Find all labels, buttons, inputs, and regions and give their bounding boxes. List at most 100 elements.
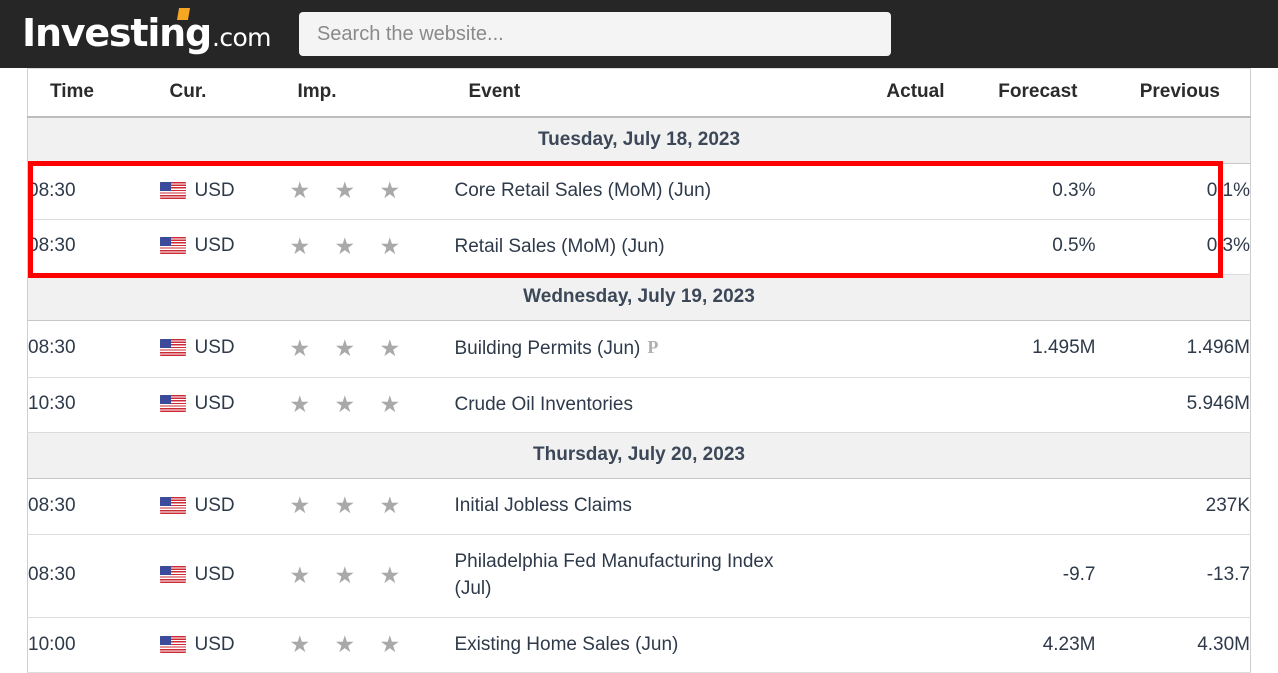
cell-previous: 0.1%	[1095, 163, 1251, 220]
date-separator-row: Tuesday, July 18, 2023	[27, 116, 1251, 164]
investing-com-logo[interactable]: Investing .com	[22, 8, 272, 52]
currency-label: USD	[194, 179, 235, 201]
currency-label: USD	[194, 564, 235, 586]
cell-forecast: 4.23M	[954, 616, 1096, 673]
search-input[interactable]	[298, 12, 891, 56]
column-header-time[interactable]: Time	[27, 68, 160, 118]
cell-currency: USD	[159, 376, 290, 434]
date-separator-row: Wednesday, July 19, 2023	[27, 274, 1251, 322]
cell-importance[interactable]: ★ ★ ★	[289, 533, 455, 618]
cell-previous: 1.496M	[1095, 320, 1251, 378]
date-label: Thursday, July 20, 2023	[27, 432, 1251, 480]
cell-currency: USD	[159, 533, 290, 618]
cell-previous: 4.30M	[1095, 616, 1251, 673]
cell-time: 08:30	[27, 533, 160, 618]
cell-event[interactable]: Retail Sales (MoM) (Jun)	[454, 218, 795, 276]
column-header-currency[interactable]: Cur.	[159, 68, 290, 118]
column-header-importance[interactable]: Imp.	[289, 68, 455, 118]
cell-time: 08:30	[27, 478, 160, 535]
us-flag-icon	[159, 237, 186, 255]
cell-currency: USD	[159, 163, 290, 220]
header-row: Time Cur. Imp. Event Actual Forecast Pre…	[27, 68, 1251, 118]
cell-actual	[794, 320, 955, 378]
importance-stars-icon: ★ ★ ★	[289, 631, 410, 658]
event-name: Crude Oil Inventories	[454, 393, 633, 415]
cell-time: 08:30	[27, 218, 160, 276]
cell-importance[interactable]: ★ ★ ★	[289, 478, 455, 535]
cell-importance[interactable]: ★ ★ ★	[289, 376, 455, 434]
importance-stars-icon: ★ ★ ★	[289, 177, 410, 204]
cell-importance[interactable]: ★ ★ ★	[289, 616, 455, 673]
cell-actual	[794, 376, 955, 434]
cell-forecast	[954, 376, 1096, 434]
event-name: Philadelphia Fed Manufacturing Index (Ju…	[454, 550, 774, 600]
cell-actual	[794, 478, 955, 535]
event-name: Retail Sales (MoM) (Jun)	[454, 235, 665, 257]
cell-actual	[794, 218, 955, 276]
us-flag-icon	[159, 339, 186, 357]
economic-calendar: Time Cur. Imp. Event Actual Forecast Pre…	[0, 68, 1278, 673]
preliminary-badge-icon: P	[647, 337, 659, 358]
cell-importance[interactable]: ★ ★ ★	[289, 163, 455, 220]
cell-forecast: 0.5%	[954, 218, 1096, 276]
currency-label: USD	[194, 337, 235, 359]
column-header-forecast[interactable]: Forecast	[954, 68, 1096, 118]
table-row[interactable]: 10:00 USD ★ ★ ★ Existing Home Sales (Jun) 4.…	[27, 616, 1251, 673]
cell-event[interactable]: Core Retail Sales (MoM) (Jun)	[454, 163, 795, 220]
table-header: Time Cur. Imp. Event Actual Forecast Pre…	[27, 68, 1251, 118]
cell-forecast: 1.495M	[954, 320, 1096, 378]
us-flag-icon	[159, 566, 186, 584]
importance-stars-icon: ★ ★ ★	[289, 561, 410, 588]
cell-forecast: -9.7	[954, 533, 1096, 618]
cell-forecast	[954, 478, 1096, 535]
date-separator-row: Thursday, July 20, 2023	[27, 432, 1251, 480]
date-label: Wednesday, July 19, 2023	[27, 274, 1251, 322]
cell-time: 08:30	[27, 163, 160, 220]
cell-previous: 5.946M	[1095, 376, 1251, 434]
cell-event[interactable]: Building Permits (Jun) P	[454, 320, 795, 378]
cell-event[interactable]: Philadelphia Fed Manufacturing Index (Ju…	[454, 533, 795, 618]
us-flag-icon	[159, 496, 186, 514]
logo-accent-dot-icon	[176, 8, 191, 20]
cell-actual	[794, 533, 955, 618]
currency-label: USD	[194, 633, 235, 655]
column-header-event[interactable]: Event	[454, 68, 795, 118]
us-flag-icon	[159, 181, 186, 199]
currency-label: USD	[194, 235, 235, 257]
event-name: Core Retail Sales (MoM) (Jun)	[454, 180, 712, 201]
table-row[interactable]: 08:30 USD ★ ★ ★ Building Permits (Jun) P 1.49…	[27, 320, 1251, 378]
importance-stars-icon: ★ ★ ★	[289, 232, 410, 259]
currency-label: USD	[194, 494, 235, 516]
event-name: Initial Jobless Claims	[454, 495, 632, 517]
table-row[interactable]: 08:30 USD ★ ★ ★ Retail Sales (MoM) (Jun) 0.5…	[27, 218, 1251, 276]
event-name: Building Permits (Jun)	[454, 338, 641, 360]
cell-currency: USD	[159, 218, 290, 276]
column-header-actual[interactable]: Actual	[794, 68, 955, 118]
cell-time: 10:00	[27, 616, 160, 673]
table-row[interactable]: 08:30 USD ★ ★ ★ Initial Jobless Claims 237K	[27, 478, 1251, 535]
cell-previous: 0.3%	[1095, 218, 1251, 276]
column-header-previous[interactable]: Previous	[1095, 68, 1251, 118]
cell-previous: -13.7	[1095, 533, 1251, 618]
cell-time: 10:30	[27, 376, 160, 434]
event-name: Existing Home Sales (Jun)	[454, 633, 679, 655]
cell-importance[interactable]: ★ ★ ★	[289, 320, 455, 378]
cell-event[interactable]: Existing Home Sales (Jun)	[454, 616, 795, 673]
cell-event[interactable]: Initial Jobless Claims	[454, 478, 795, 535]
table-row[interactable]: 10:30 USD ★ ★ ★ Crude Oil Inventories 5.946M	[27, 376, 1251, 434]
cell-forecast: 0.3%	[954, 163, 1096, 220]
us-flag-icon	[159, 395, 186, 413]
cell-actual	[794, 163, 955, 220]
us-flag-icon	[159, 635, 186, 653]
cell-currency: USD	[159, 478, 290, 535]
cell-event[interactable]: Crude Oil Inventories	[454, 376, 795, 434]
cell-time: 08:30	[27, 320, 160, 378]
currency-label: USD	[194, 393, 235, 415]
table-body: Tuesday, July 18, 2023 08:30 USD ★ ★ ★ Core …	[27, 116, 1251, 673]
cell-importance[interactable]: ★ ★ ★	[289, 218, 455, 276]
table-row[interactable]: 08:30 USD ★ ★ ★ Philadelphia Fed Manufactur…	[27, 533, 1251, 618]
importance-stars-icon: ★ ★ ★	[289, 334, 410, 361]
cell-previous: 237K	[1095, 478, 1251, 535]
cell-actual	[794, 616, 955, 673]
table-row[interactable]: 08:30 USD ★ ★ ★ Core Retail Sales (MoM) (Ju…	[27, 163, 1251, 220]
